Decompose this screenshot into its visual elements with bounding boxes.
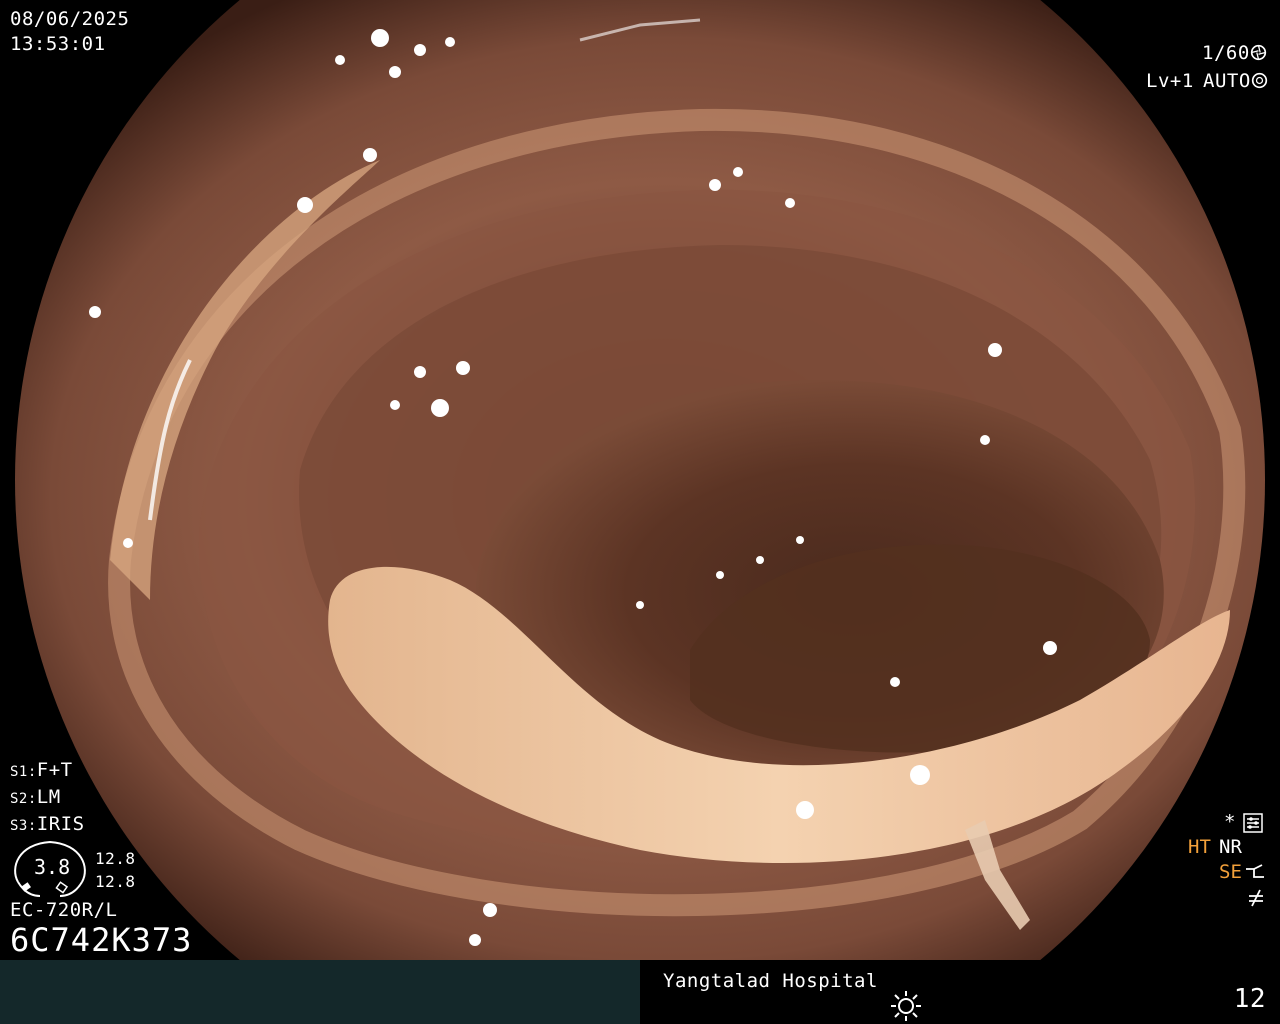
setting-s1-key: S1: — [10, 764, 37, 780]
scope-settings: S1:F+T S2:LM S3:IRIS — [10, 758, 85, 839]
record-row: * — [1186, 810, 1276, 835]
setting-s3: S3:IRIS — [10, 812, 85, 839]
ht-nr-row: HT NR — [1186, 835, 1276, 860]
record-settings-icon — [1243, 813, 1263, 833]
se-row: SE — [1186, 860, 1276, 885]
sun-icon — [891, 991, 921, 1021]
status-indicators: * HT NR SE — [1186, 810, 1276, 910]
zoom-value: 3.8 — [34, 855, 71, 879]
zoom-side-bottom: 12.8 — [95, 872, 136, 891]
page-number: 12 — [1233, 984, 1266, 1014]
setting-s1-value: F+T — [36, 759, 73, 781]
date-label: 08/06/2025 — [10, 8, 130, 30]
footer-bar — [0, 960, 1280, 1024]
se-indicator: SE — [1219, 861, 1242, 883]
signal-icon — [1249, 889, 1263, 907]
aperture-icon — [1250, 44, 1267, 61]
nr-indicator: NR — [1219, 836, 1242, 858]
level-indicator: Lv+1 — [1146, 70, 1194, 92]
setting-s3-value: IRIS — [36, 813, 85, 835]
footer-left-panel — [0, 960, 640, 1024]
shutter-speed: 1/60 — [1202, 42, 1250, 64]
setting-s1: S1:F+T — [10, 758, 85, 785]
zoom-indicator: 3.8 — [10, 838, 90, 898]
time-label: 13:53:01 — [10, 33, 106, 55]
star-indicator: * — [1224, 811, 1236, 833]
setting-s3-key: S3: — [10, 818, 37, 834]
se-mode-icon — [1246, 864, 1264, 878]
iris-icon — [1251, 72, 1268, 89]
hospital-name: Yangtalad Hospital — [663, 970, 878, 992]
zoom-side-top: 12.8 — [95, 849, 136, 868]
iris-mode: AUTO — [1203, 70, 1251, 92]
scope-serial: 6C742K373 — [10, 921, 193, 959]
setting-s2-value: LM — [36, 786, 61, 808]
setting-s2: S2:LM — [10, 785, 85, 812]
setting-s2-key: S2: — [10, 791, 37, 807]
scope-model: EC-720R/L — [10, 899, 118, 921]
endoscope-view — [0, 0, 1280, 960]
wave-row — [1186, 885, 1276, 910]
ht-indicator: HT — [1188, 836, 1211, 858]
